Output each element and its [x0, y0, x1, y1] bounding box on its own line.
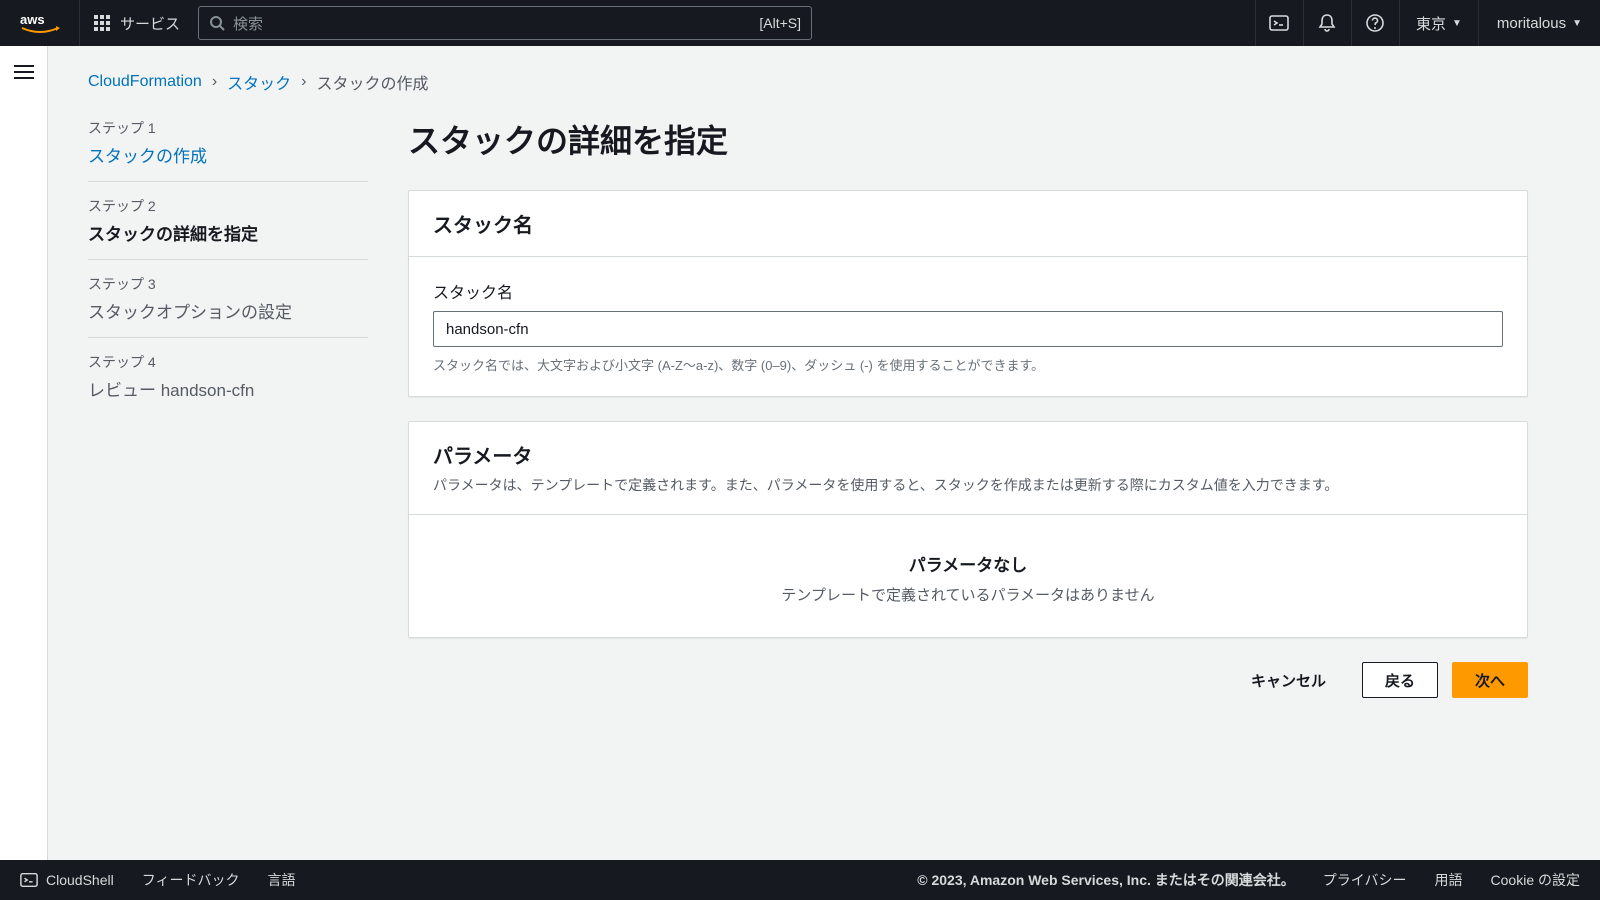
status-bar: CloudShell フィードバック 言語 © 2023, Amazon Web…	[0, 860, 1600, 900]
stack-name-hint: スタック名では、大文字および小文字 (A-Z～a-z)、数字 (0–9)、ダッシ…	[433, 355, 1503, 374]
cancel-button[interactable]: キャンセル	[1229, 662, 1348, 698]
breadcrumb: CloudFormation › スタック › スタックの作成	[88, 70, 1528, 94]
next-button[interactable]: 次へ	[1452, 662, 1528, 698]
services-label: サービス	[120, 13, 180, 34]
language-link[interactable]: 言語	[267, 870, 295, 890]
back-button[interactable]: 戻る	[1362, 662, 1438, 698]
wizard-steps: ステップ 1 スタックの作成 ステップ 2 スタックの詳細を指定 ステップ 3 …	[88, 116, 368, 698]
wizard-step-1[interactable]: ステップ 1 スタックの作成	[88, 116, 368, 182]
stack-name-panel: スタック名 スタック名 スタック名では、大文字および小文字 (A-Z～a-z)、…	[408, 190, 1528, 397]
region-selector[interactable]: 東京 ▼	[1399, 0, 1478, 46]
region-label: 東京	[1416, 13, 1446, 34]
step-title: スタックの作成	[88, 142, 368, 167]
svg-text:aws: aws	[20, 12, 45, 27]
terms-link[interactable]: 用語	[1435, 870, 1463, 890]
chevron-right-icon: ›	[212, 73, 217, 91]
cloudshell-icon	[20, 871, 38, 889]
global-search[interactable]: 検索 [Alt+S]	[198, 6, 812, 40]
step-label: ステップ 4	[88, 352, 368, 372]
breadcrumb-current: スタックの作成	[317, 70, 429, 94]
caret-down-icon: ▼	[1452, 18, 1462, 29]
cloudshell-link[interactable]: CloudShell	[20, 871, 114, 889]
account-menu[interactable]: moritalous ▼	[1478, 0, 1600, 46]
step-label: ステップ 3	[88, 274, 368, 294]
search-placeholder: 検索	[233, 13, 759, 34]
aws-logo[interactable]: aws	[0, 0, 80, 46]
wizard-step-4: ステップ 4 レビュー handson-cfn	[88, 338, 368, 415]
cookie-settings-link[interactable]: Cookie の設定	[1491, 870, 1580, 890]
stack-name-input[interactable]	[433, 311, 1503, 347]
feedback-link[interactable]: フィードバック	[142, 870, 240, 890]
search-shortcut: [Alt+S]	[759, 15, 801, 31]
services-menu[interactable]: サービス	[80, 13, 194, 34]
notifications-button[interactable]	[1303, 0, 1351, 46]
cloudshell-button[interactable]	[1255, 0, 1303, 46]
hamburger-menu[interactable]	[14, 64, 34, 860]
wizard-actions: キャンセル 戻る 次へ	[408, 662, 1528, 698]
user-label: moritalous	[1497, 15, 1566, 32]
bell-icon	[1317, 13, 1337, 33]
parameters-empty-title: パラメータなし	[433, 551, 1503, 576]
wizard-step-2: ステップ 2 スタックの詳細を指定	[88, 182, 368, 260]
copyright-text: © 2023, Amazon Web Services, Inc. またはその関…	[917, 870, 1295, 890]
breadcrumb-root[interactable]: CloudFormation	[88, 73, 202, 91]
grid-icon	[94, 15, 110, 31]
cloudshell-label: CloudShell	[46, 872, 114, 888]
privacy-link[interactable]: プライバシー	[1323, 870, 1407, 890]
help-icon	[1365, 13, 1385, 33]
step-title: レビュー handson-cfn	[88, 376, 368, 401]
caret-down-icon: ▼	[1572, 18, 1582, 29]
step-title: スタックの詳細を指定	[88, 220, 368, 245]
parameters-empty-subtitle: テンプレートで定義されているパラメータはありません	[433, 584, 1503, 605]
step-title: スタックオプションの設定	[88, 298, 368, 323]
hamburger-icon	[14, 64, 34, 80]
parameters-panel-subtitle: パラメータは、テンプレートで定義されます。また、パラメータを使用すると、スタック…	[433, 475, 1503, 496]
chevron-right-icon: ›	[301, 73, 306, 91]
wizard-step-3: ステップ 3 スタックオプションの設定	[88, 260, 368, 338]
cloudshell-icon	[1269, 13, 1289, 33]
step-label: ステップ 1	[88, 118, 368, 138]
breadcrumb-stacks[interactable]: スタック	[227, 70, 291, 94]
stack-name-panel-title: スタック名	[433, 209, 1503, 238]
side-rail	[0, 46, 48, 860]
search-icon	[209, 15, 225, 31]
page-title: スタックの詳細を指定	[408, 116, 1528, 162]
parameters-panel: パラメータ パラメータは、テンプレートで定義されます。また、パラメータを使用する…	[408, 421, 1528, 638]
help-button[interactable]	[1351, 0, 1399, 46]
parameters-panel-title: パラメータ	[433, 440, 1503, 469]
step-label: ステップ 2	[88, 196, 368, 216]
top-nav: aws サービス 検索 [Alt+S] 東京 ▼ moritalous ▼	[0, 0, 1600, 46]
stack-name-label: スタック名	[433, 279, 1503, 303]
